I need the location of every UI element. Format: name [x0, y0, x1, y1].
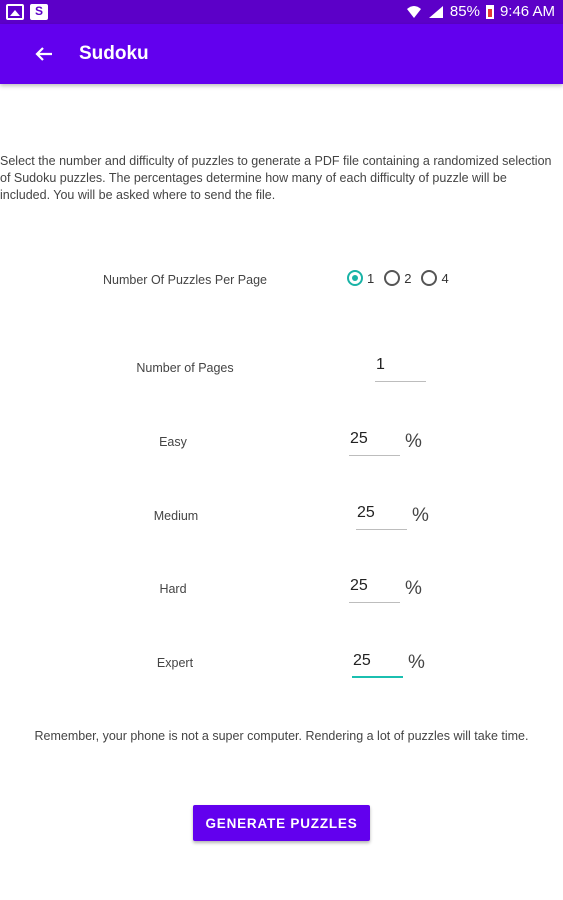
battery-icon [485, 4, 494, 19]
radio-option-4[interactable]: 4 [421, 270, 449, 286]
medium-label: Medium [153, 509, 199, 523]
performance-note: Remember, your phone is not a super comp… [34, 729, 529, 743]
easy-label: Easy [159, 435, 187, 449]
radio-option-1[interactable]: 1 [347, 270, 374, 286]
status-left-icons [6, 4, 48, 20]
image-icon [6, 4, 24, 20]
percent-sign: % [412, 505, 429, 526]
puzzles-per-page-label: Number Of Puzzles Per Page [103, 273, 267, 287]
radio-unchecked-icon[interactable] [421, 270, 438, 286]
pages-input[interactable]: 1 [375, 356, 426, 382]
message-icon [30, 4, 48, 20]
percent-sign: % [408, 652, 425, 673]
status-right: 85% 9:46 AM [406, 3, 555, 20]
medium-percent-input[interactable]: 25 [356, 504, 407, 530]
expert-label: Expert [156, 656, 194, 670]
battery-percent: 85% [449, 3, 480, 20]
back-button[interactable] [30, 40, 58, 68]
percent-sign: % [405, 431, 422, 452]
easy-percent-input[interactable]: 25 [349, 430, 400, 456]
radio-option-2[interactable]: 2 [384, 270, 411, 286]
radio-option-label: 4 [441, 270, 449, 286]
hard-label: Hard [159, 582, 187, 596]
description-text: Select the number and difficulty of puzz… [0, 154, 552, 202]
page-title: Sudoku [79, 43, 149, 64]
expert-percent-input[interactable]: 25 [352, 652, 403, 678]
radio-option-label: 1 [367, 270, 375, 286]
radio-unchecked-icon[interactable] [384, 270, 401, 286]
arrow-back-icon [35, 47, 52, 61]
generate-puzzles-button[interactable]: GENERATE PUZZLES [193, 805, 370, 841]
radio-option-label: 2 [404, 270, 412, 286]
signal-icon [428, 5, 443, 18]
percent-sign: % [405, 578, 422, 599]
wifi-icon [406, 5, 421, 18]
app-bar: Sudoku [0, 24, 563, 84]
status-bar: 85% 9:46 AM [0, 0, 563, 24]
radio-checked-icon[interactable] [347, 270, 363, 286]
hard-percent-input[interactable]: 25 [349, 577, 400, 603]
clock: 9:46 AM [499, 3, 555, 20]
pages-label: Number of Pages [136, 361, 234, 375]
puzzles-per-page-radio-group: 1 2 4 [347, 270, 449, 286]
